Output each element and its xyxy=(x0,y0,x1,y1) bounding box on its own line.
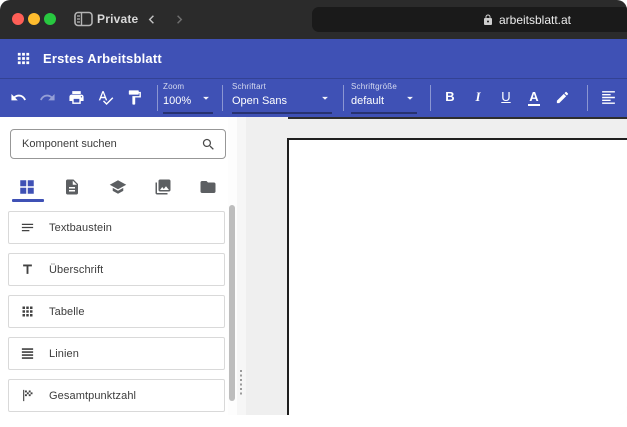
content-area: Textbaustein Überschrift Tabelle xyxy=(0,117,627,415)
url-text: arbeitsblatt.at xyxy=(499,13,571,27)
close-window-button[interactable] xyxy=(12,13,24,25)
chevron-down-icon xyxy=(199,91,213,110)
redo-icon[interactable] xyxy=(39,89,56,106)
italic-button[interactable]: I xyxy=(464,87,492,107)
component-label: Linien xyxy=(49,348,79,360)
private-window-icon[interactable] xyxy=(74,11,93,32)
minimize-window-button[interactable] xyxy=(28,13,40,25)
format-button-group: B I U A xyxy=(436,87,576,107)
private-label: Private xyxy=(97,12,138,26)
browser-chrome: Private arbeitsblatt.at xyxy=(0,0,627,39)
page-title: Erstes Arbeitsblatt xyxy=(43,51,162,66)
tab-images photo-library-icon[interactable] xyxy=(154,178,172,196)
font-family-select-label: Schriftart xyxy=(232,82,332,91)
tab-exercises school-icon[interactable] xyxy=(109,178,127,196)
drag-handle-icon xyxy=(240,370,242,396)
sidebar-tabs xyxy=(0,175,228,199)
pen-icon[interactable] xyxy=(548,87,576,107)
text-lines-icon xyxy=(20,220,35,235)
component-card-gesamtpunktzahl[interactable]: Gesamtpunktzahl xyxy=(8,379,225,412)
editor-toolbar: Zoom 100% Schriftart Open Sans Schriftgr… xyxy=(0,78,627,117)
toolbar-divider xyxy=(587,85,588,111)
component-label: Überschrift xyxy=(49,264,103,276)
worksheet-canvas[interactable] xyxy=(246,117,627,415)
scrollbar-thumb[interactable] xyxy=(229,205,235,401)
chevron-down-icon xyxy=(403,91,417,110)
search-input[interactable] xyxy=(11,138,201,150)
tab-files folder-icon[interactable] xyxy=(199,178,217,196)
fullscreen-window-button[interactable] xyxy=(44,13,56,25)
font-family-select[interactable]: Schriftart Open Sans xyxy=(232,82,332,114)
address-bar-content: arbeitsblatt.at xyxy=(482,13,571,27)
font-family-select-value: Open Sans xyxy=(232,95,287,107)
app-header: Erstes Arbeitsblatt xyxy=(0,39,627,78)
component-card-ueberschrift[interactable]: Überschrift xyxy=(8,253,225,286)
component-search xyxy=(10,129,226,159)
heading-t-icon xyxy=(20,262,35,277)
tab-components grid-components-icon[interactable] xyxy=(18,178,36,196)
toolbar-icon-group xyxy=(10,89,143,106)
browser-window: Private arbeitsblatt.at Erstes Arbeitsbl… xyxy=(0,0,627,415)
active-tab-indicator xyxy=(12,199,44,202)
component-label: Textbaustein xyxy=(49,222,112,234)
table-grid-icon xyxy=(20,304,35,319)
back-button[interactable] xyxy=(143,11,160,28)
worksheet-page[interactable] xyxy=(287,138,627,415)
zoom-select-label: Zoom xyxy=(163,82,213,91)
component-label: Tabelle xyxy=(49,306,85,318)
forward-button[interactable] xyxy=(171,11,188,28)
zoom-select[interactable]: Zoom 100% xyxy=(163,82,213,114)
sidebar-scrollbar xyxy=(228,117,237,415)
component-card-tabelle[interactable]: Tabelle xyxy=(8,295,225,328)
lines-icon xyxy=(20,346,35,361)
tab-documents document-icon[interactable] xyxy=(63,178,81,196)
component-card-textbaustein[interactable]: Textbaustein xyxy=(8,211,225,244)
lock-icon xyxy=(482,14,494,26)
component-card-linien[interactable]: Linien xyxy=(8,337,225,370)
toolbar-divider xyxy=(157,85,158,111)
search-icon xyxy=(201,137,216,152)
canvas-top-border xyxy=(288,117,627,119)
font-size-select[interactable]: Schriftgröße default xyxy=(351,82,417,114)
toolbar-divider xyxy=(343,85,344,111)
print-icon[interactable] xyxy=(68,89,85,106)
component-list: Textbaustein Überschrift Tabelle xyxy=(0,211,228,412)
underline-button[interactable]: U xyxy=(492,87,520,107)
toolbar-divider xyxy=(430,85,431,111)
text-color-button[interactable]: A xyxy=(520,87,548,107)
font-size-select-label: Schriftgröße xyxy=(351,82,417,91)
panel-resizer[interactable] xyxy=(237,117,246,415)
zoom-select-value: 100% xyxy=(163,95,191,107)
undo-icon[interactable] xyxy=(10,89,27,106)
component-sidebar: Textbaustein Überschrift Tabelle xyxy=(0,117,228,415)
chevron-down-icon xyxy=(318,91,332,110)
bold-button[interactable]: B xyxy=(436,87,464,107)
align-left-icon[interactable] xyxy=(600,89,617,106)
font-size-select-value: default xyxy=(351,95,384,107)
checkered-flag-icon xyxy=(20,388,35,403)
address-bar[interactable]: arbeitsblatt.at xyxy=(312,7,627,32)
apps-grid-icon[interactable] xyxy=(15,50,32,67)
spellcheck-icon[interactable] xyxy=(97,89,114,106)
component-label: Gesamtpunktzahl xyxy=(49,390,136,402)
toolbar-divider xyxy=(222,85,223,111)
format-paint-icon[interactable] xyxy=(126,89,143,106)
